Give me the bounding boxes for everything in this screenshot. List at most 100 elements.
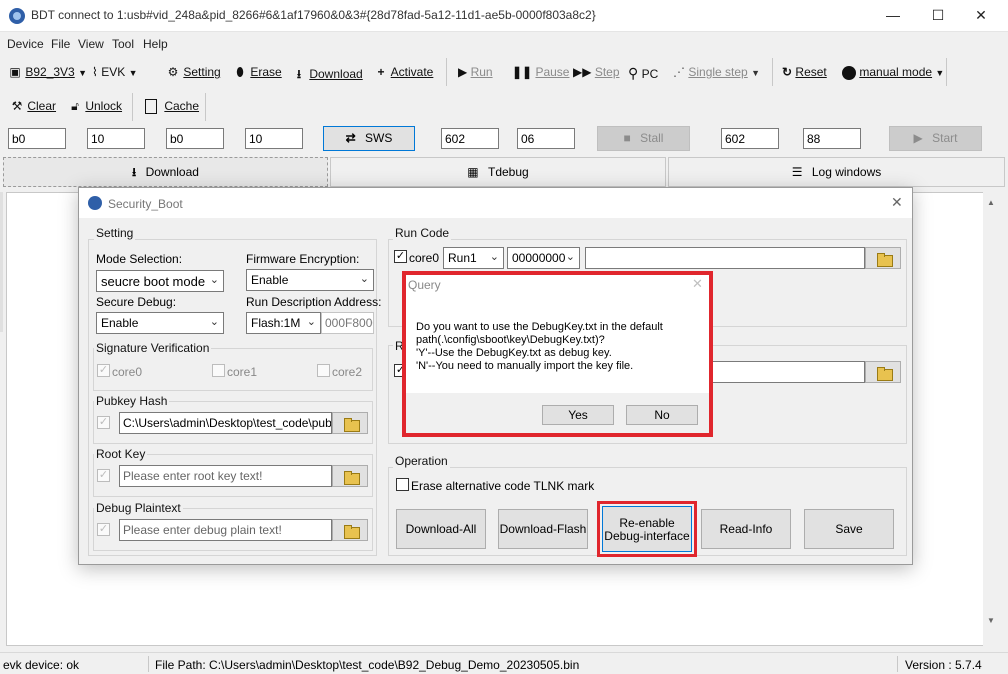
pubkey-path-input[interactable]: C:\Users\admin\Desktop\test_code\public_ (119, 412, 332, 434)
run-description-label: Run Description Address: (246, 295, 382, 309)
reg-field-7[interactable]: 602 (721, 128, 779, 149)
sync-icon: ⇄ (345, 131, 356, 145)
save-button[interactable]: Save (804, 509, 894, 549)
tab-tdebug[interactable]: ▦ Tdebug (330, 157, 666, 187)
mode-select[interactable]: manual mode ▼ (842, 65, 944, 80)
play-icon: ▶ (913, 131, 923, 145)
vertical-scrollbar[interactable]: ▲ ▼ (983, 192, 1000, 646)
refresh-icon: ↻ (782, 65, 793, 79)
file-path: File Path: C:\Users\admin\Desktop\test_c… (155, 658, 580, 672)
reenable-debug-button[interactable]: Re-enable Debug-interface (602, 506, 692, 552)
core0-label: core0 (112, 365, 143, 379)
yes-button[interactable]: Yes (542, 405, 614, 425)
unlock-button[interactable]: 🔓︎ Unlock (68, 99, 122, 114)
reset-button[interactable]: ↻ Reset (782, 65, 827, 79)
folder-open-icon[interactable] (865, 247, 901, 269)
sws-button[interactable]: ⇄ SWS (323, 126, 415, 151)
clear-button[interactable]: ⚒ Clear (10, 99, 56, 113)
run-description-select[interactable]: Flash:1M ⌄ (246, 312, 321, 334)
rootkey-input[interactable]: Please enter root key text! (119, 465, 332, 487)
single-step-button[interactable]: ⋰ Single step ▼ (673, 65, 760, 79)
query-message: Do you want to use the DebugKey.txt in t… (416, 321, 663, 372)
reg-field-3[interactable]: b0 (166, 128, 224, 149)
reg-field-5[interactable]: 602 (441, 128, 499, 149)
pause-button[interactable]: ❚❚ Pause (512, 65, 569, 79)
tab-download[interactable]: ⭳ Download (3, 157, 328, 187)
setting-button[interactable]: ⚙ Setting (166, 65, 221, 79)
mode-selection-select[interactable]: seucre boot mode ⌄ (96, 270, 224, 292)
step-button[interactable]: ▶▶ Step (573, 65, 620, 79)
toolbar-separator (446, 58, 447, 86)
chevron-down-icon: ▼ (78, 68, 87, 78)
chevron-down-icon: ▼ (751, 68, 760, 78)
core2-checkbox[interactable] (317, 364, 330, 377)
read-info-button[interactable]: Read-Info (701, 509, 791, 549)
tab-log-windows[interactable]: ☰ Log windows (668, 157, 1005, 187)
folder-open-icon[interactable] (332, 519, 368, 541)
firmware-encryption-label: Firmware Encryption: (246, 252, 360, 266)
reg-field-8[interactable]: 88 (803, 128, 861, 149)
folder-open-icon[interactable] (332, 412, 368, 434)
secure-debug-select[interactable]: Enable ⌄ (96, 312, 224, 334)
core1-label: core1 (227, 365, 258, 379)
scroll-down-icon[interactable]: ▼ (987, 616, 995, 625)
run-core0-checkbox[interactable]: ✓ (394, 250, 407, 263)
query-close-icon[interactable]: ✕ (692, 276, 703, 292)
folder-open-icon[interactable] (865, 361, 901, 383)
erase-button[interactable]: ⬮ Erase (233, 65, 281, 80)
menu-device[interactable]: Device (7, 37, 44, 51)
list-icon: ☰ (791, 165, 803, 179)
reg-field-1[interactable]: b0 (8, 128, 66, 149)
pause-icon: ❚❚ (512, 65, 533, 79)
dialog-close-icon[interactable]: ✕ (891, 194, 903, 211)
signature-label: Signature Verification (94, 341, 212, 355)
download-button[interactable]: ⭳ Download (292, 65, 363, 86)
plus-icon: + (377, 65, 385, 79)
mode-icon (842, 65, 856, 80)
board-select[interactable]: ⌇ EVK ▼ (92, 65, 137, 79)
run-select[interactable]: Run1 ⌄ (443, 247, 504, 269)
cache-button[interactable]: Cache (145, 99, 199, 115)
menu-file[interactable]: File (51, 37, 70, 51)
reg-field-2[interactable]: 10 (87, 128, 145, 149)
app-icon (88, 196, 102, 210)
menu-tool[interactable]: Tool (112, 37, 134, 51)
debug-plaintext-checkbox[interactable]: ✓ (97, 523, 110, 536)
reg-field-6[interactable]: 06 (517, 128, 575, 149)
firmware-encryption-select[interactable]: Enable ⌄ (246, 269, 374, 291)
pubkey-checkbox[interactable]: ✓ (97, 416, 110, 429)
debug-plaintext-input[interactable]: Please enter debug plain text! (119, 519, 332, 541)
core0-checkbox[interactable]: ✓ (97, 364, 110, 377)
folder-open-icon[interactable] (332, 465, 368, 487)
no-button[interactable]: No (626, 405, 698, 425)
activate-button[interactable]: + Activate (374, 65, 433, 79)
chip-icon: ▣ (9, 65, 21, 79)
maximize-button[interactable]: ☐ (915, 0, 961, 32)
menu-help[interactable]: Help (143, 37, 168, 51)
start-button[interactable]: ▶ Start (889, 126, 982, 151)
address-select[interactable]: 00000000 ⌄ (507, 247, 580, 269)
app-icon (9, 8, 25, 24)
reg-field-4[interactable]: 10 (245, 128, 303, 149)
chevron-down-icon: ⌄ (489, 251, 499, 263)
run-button[interactable]: ▶ Run (458, 65, 493, 79)
stall-button[interactable]: ■ Stall (597, 126, 690, 151)
menu-view[interactable]: View (78, 37, 104, 51)
minimize-button[interactable]: — (870, 0, 916, 32)
download-all-button[interactable]: Download-All (396, 509, 486, 549)
erase-alt-checkbox[interactable] (396, 478, 409, 491)
core1-checkbox[interactable] (212, 364, 225, 377)
pc-button[interactable]: ⚲ PC (628, 65, 658, 82)
rootkey-checkbox[interactable]: ✓ (97, 469, 110, 482)
chip-select[interactable]: ▣ B92_3V3 ▼ (8, 65, 87, 79)
download-flash-button[interactable]: Download-Flash (498, 509, 588, 549)
run-description-address[interactable]: 000F8000 (321, 312, 374, 334)
query-dialog: Query ✕ Do you want to use the DebugKey.… (402, 271, 713, 437)
chevron-down-icon: ▼ (935, 68, 945, 78)
search-icon: ⚲ (628, 65, 639, 81)
scroll-up-icon[interactable]: ▲ (987, 198, 995, 207)
toolbar-separator (772, 58, 773, 86)
close-button[interactable]: ✕ (958, 0, 1004, 32)
version-label: Version : 5.7.4 (905, 658, 982, 672)
run-code-path-input[interactable] (585, 247, 865, 269)
